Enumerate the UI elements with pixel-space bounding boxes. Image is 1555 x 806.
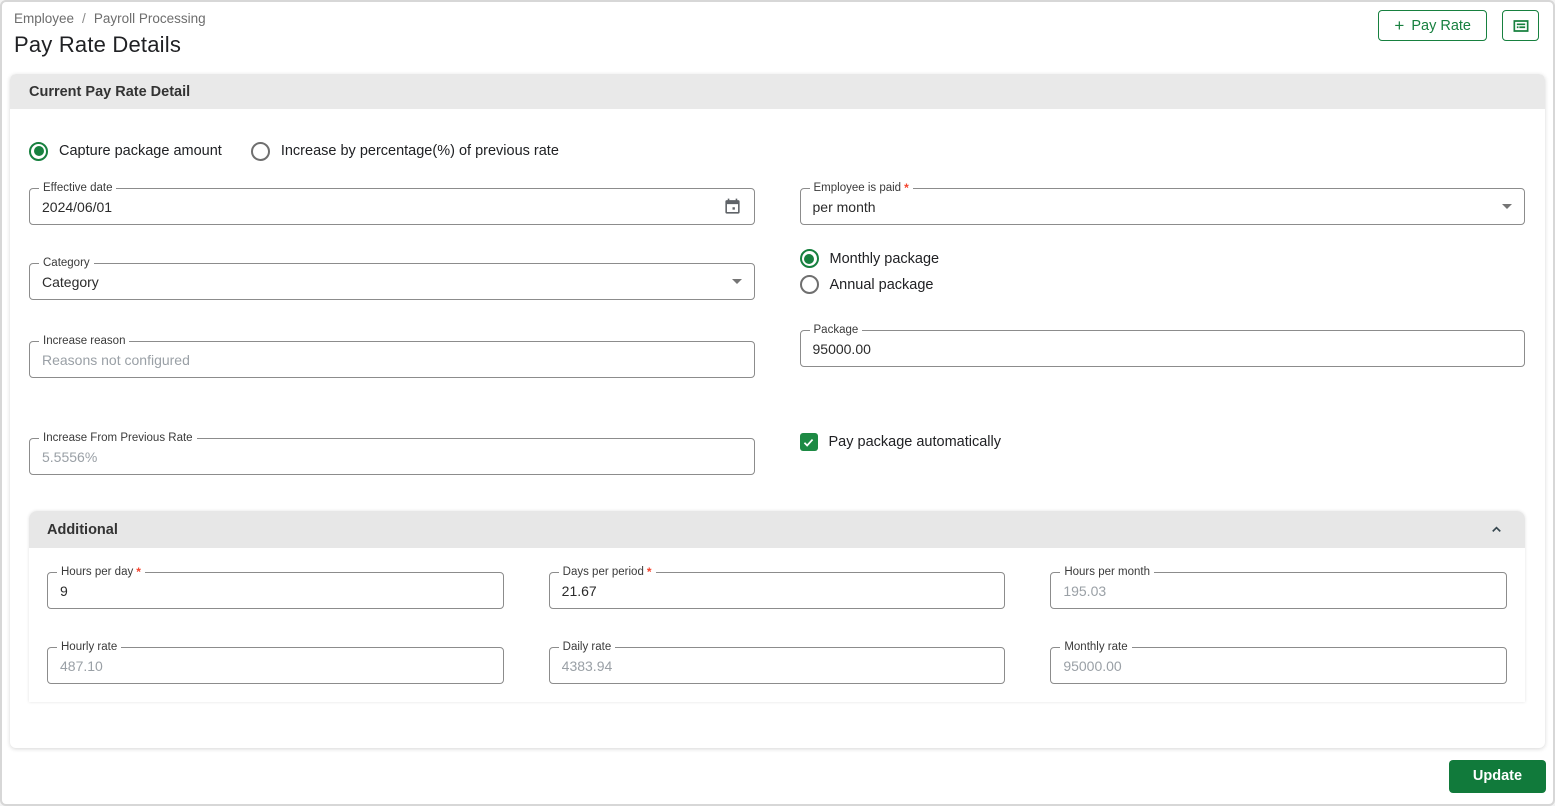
hourly-rate-input [60, 657, 491, 674]
radio-label: Monthly package [829, 250, 940, 267]
days-per-period-field[interactable]: Days per period * [548, 565, 1006, 609]
current-pay-rate-card: Current Pay Rate Detail Capture package … [10, 74, 1545, 748]
radio-label: Annual package [829, 276, 934, 293]
radio-label: Increase by percentage(%) of previous ra… [280, 143, 559, 159]
current-pay-rate-title: Current Pay Rate Detail [29, 83, 191, 100]
additional-header[interactable]: Additional [29, 511, 1525, 548]
breadcrumb-separator: / [82, 11, 86, 26]
increase-from-previous-rate-field: Increase From Previous Rate [29, 431, 755, 475]
pay-rate-details-page: Employee / Payroll Processing Pay Rate D… [0, 0, 1555, 806]
required-asterisk: * [646, 565, 652, 579]
category-select[interactable]: Category [29, 256, 755, 300]
additional-panel: Additional Hours per day * 9 Days per pe… [29, 511, 1525, 702]
radio-unselected-icon [250, 141, 270, 161]
pay-package-automatically-checkbox[interactable]: Pay package automatically [799, 433, 1526, 451]
radio-capture-package-amount[interactable]: Capture package amount [29, 136, 222, 166]
bottom-bar: Update [2, 748, 1553, 804]
breadcrumb: Employee / Payroll Processing [14, 11, 206, 26]
radio-selected-icon [29, 141, 48, 161]
dropdown-arrow-icon [731, 279, 742, 284]
package-input[interactable] [812, 340, 1512, 357]
hours-per-month-label: Hours per month [1064, 566, 1150, 578]
effective-date-label: Effective date [43, 182, 113, 194]
employee-is-paid-label: Employee is paid [813, 182, 902, 194]
radio-selected-icon [799, 249, 819, 268]
topbar-left: Employee / Payroll Processing Pay Rate D… [14, 11, 206, 58]
list-alt-icon [1511, 16, 1531, 36]
hourly-rate-field: Hourly rate [47, 640, 504, 684]
increase-from-previous-rate-input [42, 448, 742, 465]
hours-per-month-field: Hours per month [1050, 565, 1507, 609]
monthly-rate-field: Monthly rate [1050, 640, 1507, 684]
breadcrumb-employee[interactable]: Employee [14, 11, 74, 26]
add-pay-rate-label: Pay Rate [1411, 17, 1471, 34]
hours-per-day-input[interactable] [60, 582, 491, 599]
chevron-up-icon[interactable] [1489, 522, 1504, 537]
effective-date-input[interactable] [42, 198, 715, 215]
dropdown-arrow-icon [1502, 204, 1512, 209]
employee-is-paid-value[interactable] [812, 198, 1494, 215]
topbar-actions: + Pay Rate [1378, 10, 1539, 41]
monthly-rate-label: Monthly rate [1064, 641, 1128, 653]
category-label: Category [43, 257, 90, 269]
capture-mode-radio-group: Capture package amount Increase by perce… [29, 109, 1525, 166]
required-asterisk: * [904, 181, 909, 195]
radio-monthly-package[interactable]: Monthly package [799, 249, 1526, 268]
breadcrumb-payroll-processing[interactable]: Payroll Processing [94, 11, 206, 26]
increase-reason-label: Increase reason [43, 335, 126, 347]
plus-icon: + [1394, 16, 1405, 35]
checkbox-checked-icon [799, 433, 818, 451]
daily-rate-label: Daily rate [562, 641, 612, 653]
required-asterisk: * [136, 565, 141, 579]
pay-rate-form: Effective date Employee is paid * [29, 181, 1526, 478]
radio-annual-package[interactable]: Annual package [799, 275, 1526, 294]
update-button[interactable]: Update [1449, 759, 1546, 793]
hours-per-month-input [1063, 582, 1494, 599]
checkbox-label: Pay package automatically [828, 434, 1002, 450]
effective-date-field[interactable]: Effective date [29, 181, 755, 225]
pay-rate-list-button[interactable] [1502, 10, 1539, 41]
additional-title: Additional [47, 521, 118, 538]
employee-is-paid-select[interactable]: Employee is paid * [799, 181, 1525, 225]
hours-per-day-label: Hours per day [61, 566, 134, 578]
radio-label: Capture package amount [59, 143, 222, 159]
monthly-rate-input [1063, 657, 1494, 674]
package-label: Package [813, 324, 859, 336]
package-field[interactable]: Package [799, 323, 1525, 367]
days-per-period-input[interactable] [561, 582, 993, 599]
current-pay-rate-header: Current Pay Rate Detail [10, 74, 1545, 109]
radio-unselected-icon [799, 275, 819, 294]
hours-per-day-field[interactable]: Hours per day * [47, 565, 504, 609]
add-pay-rate-button[interactable]: + Pay Rate [1378, 10, 1487, 41]
page-title: Pay Rate Details [14, 32, 182, 57]
daily-rate-field: Daily rate [548, 640, 1006, 684]
calendar-icon[interactable] [723, 197, 742, 216]
current-pay-rate-body: Capture package amount Increase by perce… [10, 109, 1545, 702]
daily-rate-input [561, 657, 993, 674]
increase-reason-field[interactable]: Increase reason [29, 334, 755, 378]
hourly-rate-label: Hourly rate [61, 641, 118, 653]
radio-increase-by-percentage[interactable]: Increase by percentage(%) of previous ra… [250, 136, 559, 166]
days-per-period-label: Days per period [562, 566, 644, 578]
increase-reason-input[interactable] [42, 351, 742, 368]
topbar: Employee / Payroll Processing Pay Rate D… [2, 2, 1553, 74]
package-type-radio-group: Monthly package Annual package [799, 249, 1526, 294]
increase-from-previous-rate-label: Increase From Previous Rate [43, 432, 193, 444]
additional-fields: Hours per day * Days per period * [29, 548, 1525, 702]
category-value[interactable] [42, 273, 724, 290]
